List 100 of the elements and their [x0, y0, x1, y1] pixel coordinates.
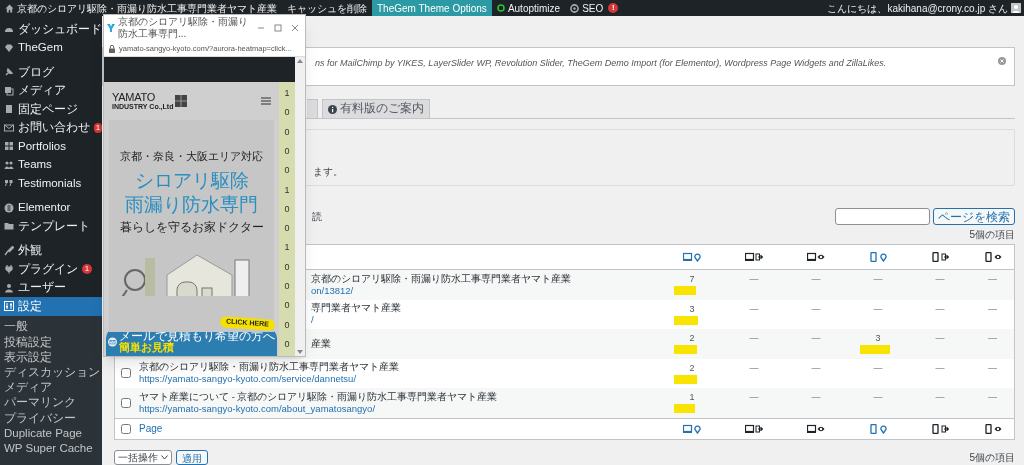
mobile-exit-icon	[931, 252, 949, 262]
sliders-icon	[4, 301, 14, 312]
panel-text: ます。	[313, 165, 343, 179]
admin-bar-link[interactable]: 京都のシロアリ駆除・雨漏り防水工事専門業者ヤマト産業	[0, 0, 282, 16]
logo-text: YAMATO	[112, 92, 156, 103]
sidebar-menu-item[interactable]: メディア	[0, 81, 102, 100]
click-count: 0	[284, 320, 290, 330]
row-checkbox[interactable]	[121, 397, 131, 408]
notification-badge: 1	[82, 264, 92, 275]
submenu-item[interactable]: メディア	[0, 380, 102, 396]
admin-bar-link[interactable]: Autoptimize	[491, 0, 566, 16]
apply-button[interactable]: 適用	[176, 449, 208, 465]
click-count: 0	[284, 127, 290, 137]
hero-headline: 雨漏り防水専門	[125, 192, 258, 217]
page-url-link[interactable]: https://yamato-sangyo-kyoto.com/service/dannetsu/	[139, 373, 399, 386]
click-count: 0	[284, 301, 290, 311]
empty-dash: —	[988, 303, 997, 314]
sidebar-menu-item[interactable]: TheGem	[0, 38, 102, 57]
empty-dash: —	[749, 303, 759, 314]
empty-dash: —	[935, 333, 945, 343]
page-url-link[interactable]: https://yamato-sangyo-kyoto.com/about_yamatosangyo/	[139, 402, 498, 415]
click-count: 0	[284, 262, 290, 272]
submenu-item[interactable]: Duplicate Page	[0, 425, 102, 441]
sidebar-menu-item[interactable]: Testimonials	[0, 174, 102, 193]
submenu-item[interactable]: パーマリンク	[0, 395, 102, 411]
notification-badge: 1	[94, 122, 102, 133]
scroll-up-icon	[297, 59, 303, 63]
click-count: 0	[284, 108, 290, 118]
tab[interactable]: 有料版のご案内	[322, 99, 430, 118]
count-value: 7	[689, 274, 695, 284]
desktop-eye-icon	[807, 423, 825, 434]
brush-icon	[4, 245, 14, 256]
lock-icon	[109, 44, 115, 53]
column-header-link[interactable]: Page	[139, 421, 163, 436]
sidebar-menu-item[interactable]: ユーザー	[0, 278, 102, 297]
click-count: 0	[284, 166, 290, 176]
count-value: 3	[875, 333, 881, 343]
page-url-link[interactable]: on/13812/	[311, 284, 571, 297]
empty-dash: —	[935, 362, 945, 373]
click-count: 1	[284, 243, 290, 253]
people-icon	[4, 159, 14, 170]
sidebar-menu-item[interactable]: Teams	[0, 155, 102, 174]
sidebar-menu-item[interactable]: プラグイン 1	[0, 260, 102, 279]
empty-dash: —	[873, 303, 883, 314]
admin-bar-link[interactable]: キャッシュを削除	[282, 0, 372, 16]
envelope-icon	[108, 335, 117, 349]
sidebar-menu-item[interactable]: Elementor	[0, 198, 102, 217]
y-logo-icon	[107, 24, 115, 32]
page-title: 京都のシロアリ駆除・雨漏り防水工事専門業者ヤマト産業	[311, 272, 571, 285]
gear-icon	[570, 3, 580, 13]
maximize-icon	[274, 24, 282, 32]
admin-bar-link[interactable]: SEO !	[565, 0, 624, 16]
logo-mark-icon	[175, 95, 188, 107]
count-value: 2	[689, 362, 695, 373]
submenu-item[interactable]: ディスカッション	[0, 365, 102, 381]
sidebar-menu-item[interactable]: 固定ページ	[0, 100, 102, 119]
sidebar-menu-item[interactable]: 設定	[0, 297, 102, 316]
sidebar-menu-item[interactable]: Portfolios	[0, 137, 102, 156]
user-icon	[4, 282, 14, 293]
submenu-item[interactable]: 一般	[0, 319, 102, 335]
submenu-item[interactable]: 投稿設定	[0, 334, 102, 350]
sidebar-menu-item[interactable]: ダッシュボード	[0, 20, 102, 39]
row-checkbox[interactable]	[121, 423, 131, 434]
status-ring-icon	[496, 4, 505, 12]
minimize-icon	[257, 24, 265, 32]
scrollbar[interactable]	[295, 57, 305, 356]
click-count: 0	[284, 204, 290, 214]
hero-subline: 暮らしを守るお家ドクター	[119, 219, 264, 235]
empty-dash: —	[749, 392, 759, 402]
submenu-item[interactable]: 表示設定	[0, 349, 102, 366]
sidebar-menu-item[interactable]: お問い合わせ 1	[0, 118, 102, 137]
row-checkbox[interactable]	[121, 368, 131, 379]
close-icon	[291, 24, 299, 32]
empty-dash: —	[873, 274, 883, 284]
sidebar-menu-item[interactable]: ブログ	[0, 63, 102, 82]
empty-dash: —	[988, 274, 997, 284]
mobile-exit-icon	[931, 423, 949, 434]
count-value: 1	[689, 392, 695, 402]
item-count: 5個の項目	[969, 228, 1015, 242]
empty-dash: —	[811, 333, 821, 343]
empty-dash: —	[873, 392, 883, 402]
mobile-eye-icon	[983, 423, 1002, 434]
info-icon	[328, 104, 337, 114]
sidebar-menu-item[interactable]: 外観	[0, 241, 102, 260]
search-pages-button[interactable]: ページを検索	[933, 208, 1015, 225]
desktop-eye-icon	[807, 252, 825, 262]
submenu-item[interactable]: プライバシー	[0, 410, 102, 426]
empty-dash: —	[811, 362, 821, 373]
bulk-action-select[interactable]: 一括操作	[114, 449, 172, 465]
click-count: 1	[284, 89, 290, 99]
count-value: 3	[689, 303, 695, 314]
search-field[interactable]	[835, 208, 930, 225]
empty-dash: —	[935, 392, 945, 402]
desktop-pin-icon	[683, 252, 701, 262]
sidebar-menu-item[interactable]: テンプレート	[0, 217, 102, 236]
empty-dash: —	[811, 392, 821, 402]
window-title: 京都のシロアリ駆除・雨漏り防水工事専門...	[118, 16, 249, 40]
page-url-link[interactable]: /	[311, 314, 401, 327]
pin-icon	[4, 67, 14, 78]
submenu-item[interactable]: WP Super Cache	[0, 441, 102, 457]
